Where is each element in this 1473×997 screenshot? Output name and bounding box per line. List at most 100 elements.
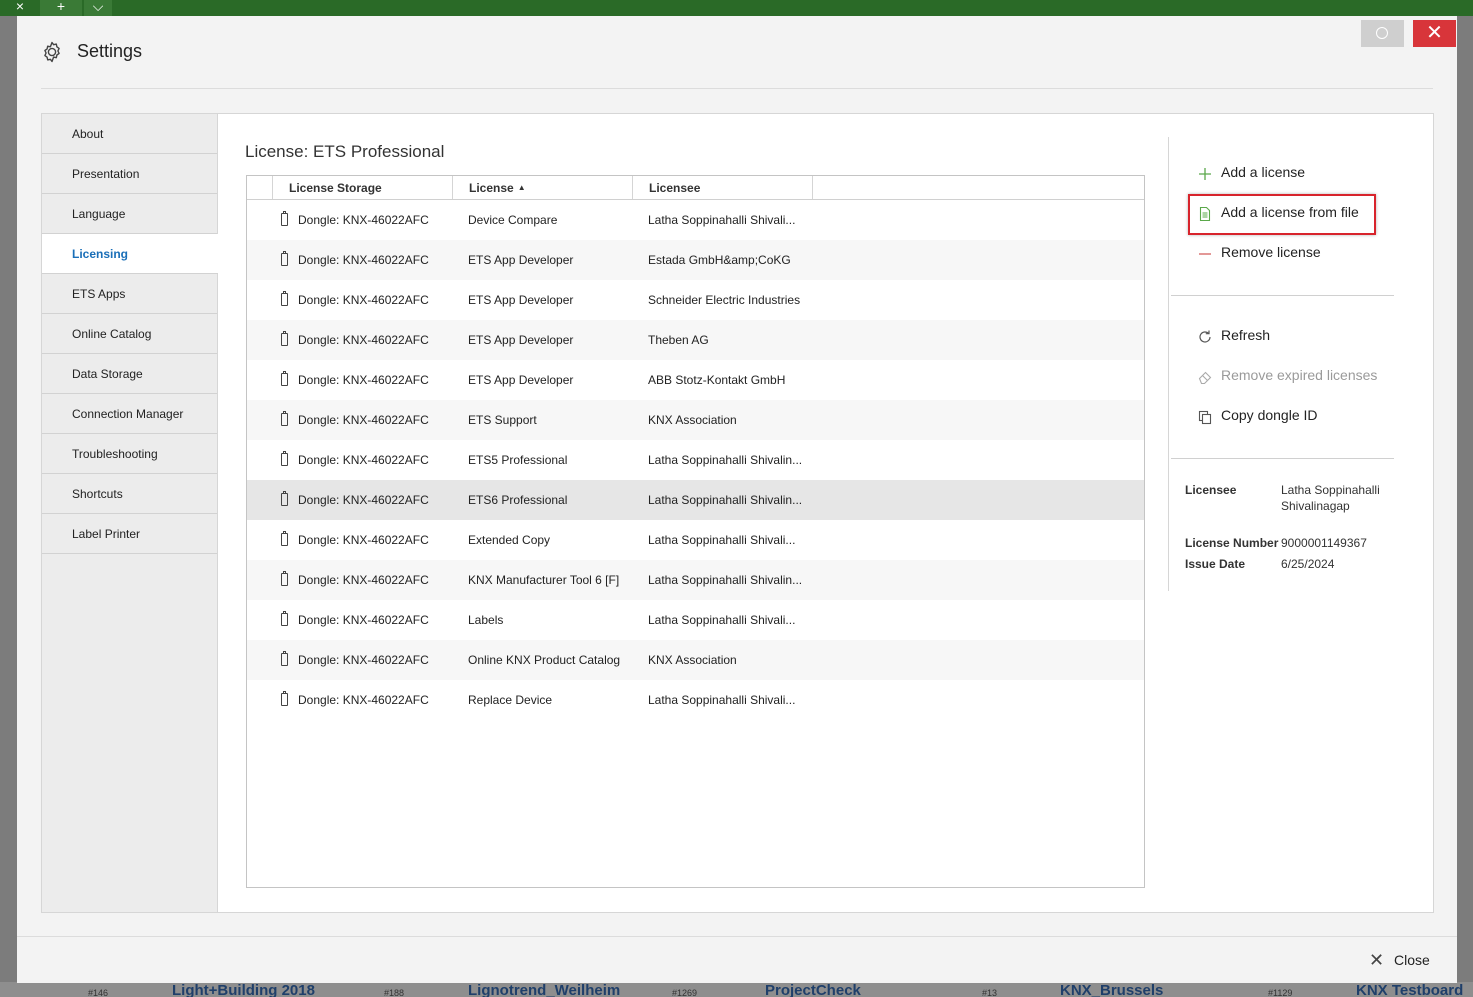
cell-licensee: Latha Soppinahalli Shivalin... (648, 493, 803, 507)
table-row[interactable]: Dongle: KNX-46022AFC ETS App Developer Sch… (247, 280, 1144, 320)
sort-ascending-icon: ▲ (517, 183, 526, 192)
table-row[interactable]: Dongle: KNX-46022AFC ETS App Developer ABB… (247, 360, 1144, 400)
column-header-label: License Storage (289, 181, 382, 195)
cell-license-storage: Dongle: KNX-46022AFC (298, 613, 429, 627)
column-header-license-storage[interactable]: License Storage (273, 176, 453, 199)
dongle-icon (281, 611, 288, 626)
nav-item-connection-manager[interactable]: Connection Manager (42, 394, 217, 434)
table-row[interactable]: Dongle: KNX-46022AFC Replace Device Latha … (247, 680, 1144, 720)
nav-item-about[interactable]: About (42, 114, 217, 154)
cell-license-storage: Dongle: KNX-46022AFC (298, 213, 429, 227)
background-project-list: #146 Light+Building 2018 #188 Lignotrend… (0, 982, 1473, 997)
restore-icon (1376, 27, 1388, 39)
actions-divider (1168, 137, 1169, 591)
table-row[interactable]: Dongle: KNX-46022AFC ETS App Developer The… (247, 320, 1144, 360)
nav-item-licensing[interactable]: Licensing (42, 234, 218, 274)
nav-item-language[interactable]: Language (42, 194, 217, 234)
nav-item-troubleshooting[interactable]: Troubleshooting (42, 434, 217, 474)
dongle-icon (281, 451, 288, 466)
settings-content: About Presentation Language Licensing ET… (41, 113, 1434, 913)
cell-licensee: Latha Soppinahalli Shivali... (648, 213, 796, 227)
cell-license: ETS5 Professional (468, 453, 568, 467)
nav-item-label: Licensing (72, 247, 129, 261)
column-header-license[interactable]: License ▲ (453, 176, 633, 199)
nav-item-label: ETS Apps (72, 287, 126, 301)
new-tab-button[interactable]: + (40, 0, 82, 16)
settings-dialog: Settings ✕ About Presentation Language L… (17, 16, 1457, 983)
table-row[interactable]: Dongle: KNX-46022AFC Device Compare Latha … (247, 200, 1144, 240)
dongle-icon (281, 651, 288, 666)
close-button-label: Close (1394, 952, 1430, 968)
cell-licensee: Latha Soppinahalli Shivali... (648, 693, 796, 707)
cell-licensee: Latha Soppinahalli Shivali... (648, 533, 796, 547)
cell-licensee: KNX Association (648, 653, 737, 667)
table-row[interactable]: Dongle: KNX-46022AFC Online KNX Product C… (247, 640, 1144, 680)
cell-license: ETS6 Professional (468, 493, 568, 507)
cell-license: Labels (468, 613, 504, 627)
nav-item-label: Troubleshooting (72, 447, 158, 461)
tab-close-icon[interactable]: × (10, 0, 30, 16)
window-close-button[interactable]: ✕ (1413, 20, 1456, 47)
nav-item-label-printer[interactable]: Label Printer (42, 514, 217, 554)
table-row[interactable]: Dongle: KNX-46022AFC ETS6 Professional Lat… (247, 480, 1144, 520)
close-icon: ✕ (1369, 950, 1385, 970)
cell-licensee: Latha Soppinahalli Shivalin... (648, 453, 803, 467)
nav-item-label: Language (72, 207, 126, 221)
dongle-icon (281, 211, 288, 226)
cell-license-storage: Dongle: KNX-46022AFC (298, 573, 429, 587)
cell-license-storage: Dongle: KNX-46022AFC (298, 253, 429, 267)
nav-item-label: Data Storage (72, 367, 143, 381)
project-name: Light+Building 2018 (172, 982, 315, 997)
dongle-icon (281, 251, 288, 266)
cell-license-storage: Dongle: KNX-46022AFC (298, 373, 429, 387)
header-spacer (247, 176, 273, 199)
project-number: #146 (88, 988, 109, 997)
dongle-icon (281, 291, 288, 306)
restore-button[interactable] (1361, 20, 1404, 47)
nav-item-online-catalog[interactable]: Online Catalog (42, 314, 217, 354)
table-header: License Storage License ▲ Licensee (247, 176, 1144, 200)
nav-item-label: Label Printer (72, 527, 141, 541)
refresh-icon (1199, 330, 1211, 343)
table-row[interactable]: Dongle: KNX-46022AFC KNX Manufacturer Too… (247, 560, 1144, 600)
cell-licensee: ABB Stotz-Kontakt GmbH (648, 373, 786, 387)
plus-icon (1199, 168, 1211, 180)
table-row[interactable]: Dongle: KNX-46022AFC Extended Copy Latha S… (247, 520, 1144, 560)
project-number: #1269 (672, 988, 698, 997)
column-header-licensee[interactable]: Licensee (633, 176, 813, 199)
page-title: License: ETS Professional (245, 142, 445, 161)
cell-license-storage: Dongle: KNX-46022AFC (298, 533, 429, 547)
cell-license-storage: Dongle: KNX-46022AFC (298, 333, 429, 347)
table-row[interactable]: Dongle: KNX-46022AFC Labels Latha Soppinah… (247, 600, 1144, 640)
actions-separator (1171, 295, 1394, 296)
cell-license: KNX Manufacturer Tool 6 [F] (468, 573, 620, 587)
tab-menu-button[interactable]: ⌵ (84, 0, 112, 16)
app-title-bar: × + ⌵ (0, 0, 1473, 16)
nav-item-label: Connection Manager (72, 407, 184, 421)
dongle-icon (281, 531, 288, 546)
action-label: Remove license (1221, 244, 1321, 260)
license-table: License Storage License ▲ Licensee Dongle… (246, 175, 1145, 888)
nav-item-ets-apps[interactable]: ETS Apps (42, 274, 217, 314)
footer-divider (17, 936, 1457, 937)
project-name: KNX_Brussels (1060, 982, 1164, 997)
minus-icon (1199, 253, 1211, 255)
eraser-icon (1198, 371, 1212, 385)
nav-item-shortcuts[interactable]: Shortcuts (42, 474, 217, 514)
table-row[interactable]: Dongle: KNX-46022AFC ETS5 Professional Lat… (247, 440, 1144, 480)
cell-license: ETS App Developer (468, 293, 574, 307)
cell-licensee: Theben AG (648, 333, 709, 347)
cell-licensee: Latha Soppinahalli Shivalin... (648, 573, 803, 587)
nav-item-data-storage[interactable]: Data Storage (42, 354, 217, 394)
project-name: KNX Testboard (1356, 982, 1464, 997)
cell-license-storage: Dongle: KNX-46022AFC (298, 453, 429, 467)
dongle-icon (281, 571, 288, 586)
dongle-icon (281, 331, 288, 346)
issue-date-label: Issue Date (1185, 557, 1246, 571)
nav-item-presentation[interactable]: Presentation (42, 154, 217, 194)
table-row[interactable]: Dongle: KNX-46022AFC ETS App Developer Est… (247, 240, 1144, 280)
gear-icon (44, 41, 60, 63)
cell-license: ETS App Developer (468, 333, 574, 347)
table-row[interactable]: Dongle: KNX-46022AFC ETS Support KNX Assoc… (247, 400, 1144, 440)
cell-license: ETS App Developer (468, 373, 574, 387)
